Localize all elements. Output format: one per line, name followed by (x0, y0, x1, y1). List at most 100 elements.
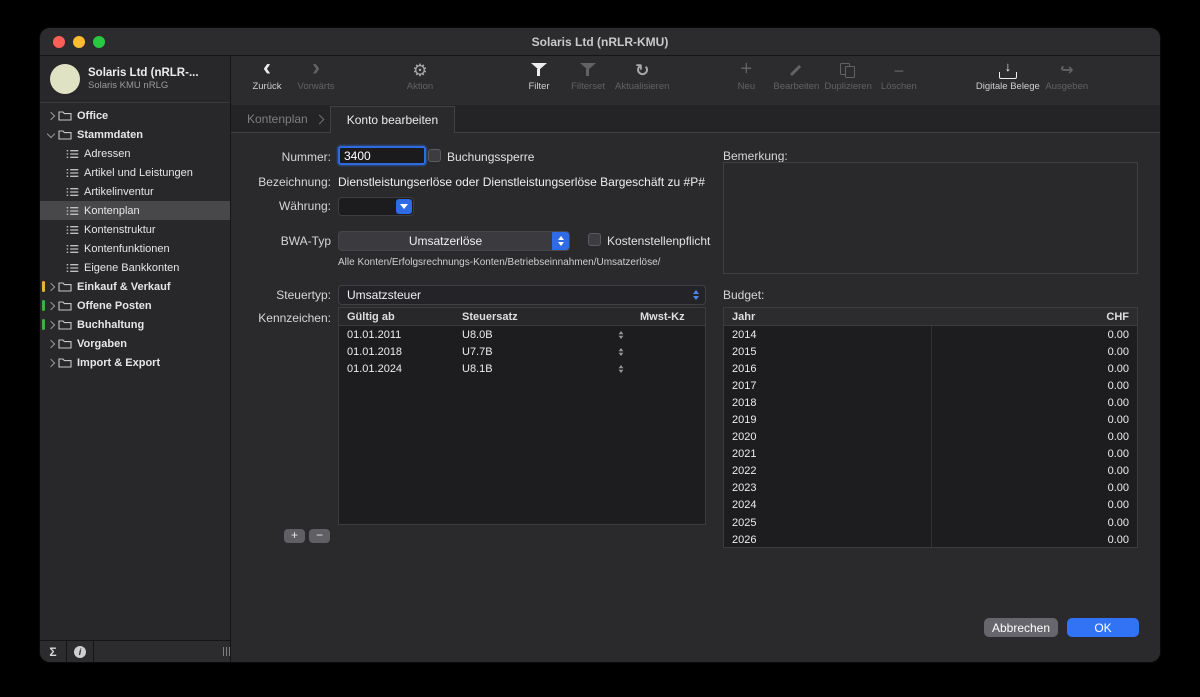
sidebar-item[interactable]: Offene Posten (40, 296, 230, 315)
sidebar-item[interactable]: Buchhaltung (40, 315, 230, 334)
sidebar-item[interactable]: Adressen (40, 144, 230, 163)
nummer-input[interactable] (338, 146, 426, 165)
stepper-icon[interactable] (619, 331, 624, 339)
toolbar-button[interactable]: Vorwärts (294, 61, 338, 92)
desktop-background: Solaris Ltd (nRLR-KMU) Solaris Ltd (nRLR… (0, 0, 1200, 697)
add-row-button[interactable]: + (284, 529, 305, 543)
steuersatz-value: U7.7B (462, 346, 493, 358)
sidebar-item[interactable]: Kontenstruktur (40, 220, 230, 239)
tab-konto-bearbeiten[interactable]: Konto bearbeiten (330, 106, 455, 133)
sidebar-item[interactable]: Artikel und Leistungen (40, 163, 230, 182)
budget-cell-chf: 0.00 (931, 329, 1137, 341)
budget-cell-chf: 0.00 (931, 482, 1137, 494)
list-icon (66, 244, 79, 254)
toolbar-button-label: Vorwärts (298, 81, 335, 92)
kennzeichen-header-gueltig[interactable]: Gültig ab (339, 311, 454, 323)
bezeichnung-value[interactable]: Dienstleistungserlöse oder Dienstleistun… (338, 175, 705, 189)
sidebar-item[interactable]: Vorgaben (40, 334, 230, 353)
kennzeichen-cell-gueltig: 01.01.2018 (339, 346, 454, 358)
filterset-funnel-icon (576, 61, 600, 80)
disclosure-chevron-icon[interactable] (46, 357, 56, 369)
kennzeichen-row[interactable]: 01.01.2011 U8.0B (339, 326, 705, 343)
bwa-typ-popup[interactable]: Umsatzerlöse (338, 231, 570, 251)
toolbar-button[interactable]: Filter (517, 61, 561, 92)
sidebar-item[interactable]: Import & Export (40, 353, 230, 372)
form-content: Nummer: Buchungssperre Bezeichnung: Dien… (231, 133, 1160, 662)
toolbar-button-label: Ausgeben (1045, 81, 1088, 92)
disclosure-chevron-icon[interactable] (46, 110, 56, 122)
list-icon (66, 168, 79, 178)
toolbar-button[interactable]: Duplizieren (824, 61, 872, 92)
sidebar-item[interactable]: Stammdaten (40, 125, 230, 144)
sidebar-item[interactable]: Kontenfunktionen (40, 239, 230, 258)
folder-icon (58, 129, 72, 140)
kennzeichen-row[interactable]: 01.01.2024 U8.1B (339, 360, 705, 377)
info-button[interactable] (67, 641, 94, 662)
cancel-button[interactable]: Abbrechen (984, 618, 1058, 637)
sidebar-item[interactable]: Einkauf & Verkauf (40, 277, 230, 296)
budget-cell-chf: 0.00 (931, 448, 1137, 460)
sum-button[interactable]: Σ (40, 641, 67, 662)
toolbar-button[interactable]: Zurück (245, 61, 289, 92)
sidebar: Solaris Ltd (nRLR-... Solaris KMU nRLG (40, 56, 231, 662)
titlebar[interactable]: Solaris Ltd (nRLR-KMU) (40, 28, 1160, 56)
combo-dropdown-icon[interactable] (396, 199, 412, 214)
stepper-icon[interactable] (619, 365, 624, 373)
company-header[interactable]: Solaris Ltd (nRLR-... Solaris KMU nRLG (40, 56, 230, 103)
remove-row-button[interactable]: − (309, 529, 330, 543)
nummer-label: Nummer: (231, 150, 331, 164)
sidebar-item-label: Kontenplan (84, 205, 140, 217)
list-icon (66, 263, 79, 273)
gear-icon (408, 61, 432, 80)
resize-grip[interactable] (223, 647, 224, 656)
budget-cell-chf: 0.00 (931, 414, 1137, 426)
disclosure-chevron-icon[interactable] (46, 300, 56, 312)
sidebar-item[interactable]: Kontenplan (40, 201, 230, 220)
kennzeichen-header-steuersatz[interactable]: Steuersatz (454, 311, 632, 323)
company-name: Solaris Ltd (nRLR-... (88, 67, 199, 79)
sidebar-item-label: Adressen (84, 148, 130, 160)
toolbar-button[interactable]: Aktion (398, 61, 442, 92)
window-body: Solaris Ltd (nRLR-... Solaris KMU nRLG (40, 56, 1160, 662)
refresh-icon (630, 61, 654, 80)
close-button[interactable] (53, 36, 65, 48)
sidebar-item[interactable]: Office (40, 106, 230, 125)
toolbar-button[interactable]: Neu (724, 61, 768, 92)
kostenstellenpflicht-checkbox[interactable] (588, 233, 601, 246)
toolbar-button[interactable]: Ausgeben (1045, 61, 1089, 92)
toolbar-button[interactable]: Aktualisieren (615, 61, 669, 92)
minimize-button[interactable] (73, 36, 85, 48)
sidebar-item[interactable]: Eigene Bankkonten (40, 258, 230, 277)
zoom-button[interactable] (93, 36, 105, 48)
bemerkung-textarea[interactable] (723, 162, 1138, 274)
toolbar-button[interactable]: Bearbeiten (773, 61, 819, 92)
kennzeichen-row[interactable]: 01.01.2018 U7.7B (339, 343, 705, 360)
bwa-typ-value: Umsatzerlöse (339, 234, 552, 248)
waehrung-combobox[interactable] (338, 197, 414, 216)
buchungssperre-checkbox[interactable] (428, 149, 441, 162)
disclosure-chevron-icon[interactable] (46, 281, 56, 293)
download-tray-icon (996, 61, 1020, 80)
tab-bar: Kontenplan Konto bearbeiten (231, 105, 1160, 133)
sidebar-item[interactable]: Artikelinventur (40, 182, 230, 201)
budget-header-row: Jahr CHF (724, 308, 1137, 326)
toolbar-button[interactable]: Filterset (566, 61, 610, 92)
stepper-icon[interactable] (619, 348, 624, 356)
disclosure-chevron-icon[interactable] (46, 338, 56, 350)
disclosure-chevron-icon[interactable] (46, 129, 56, 141)
breadcrumb-kontenplan[interactable]: Kontenplan (247, 112, 308, 126)
budget-header-chf[interactable]: CHF (931, 311, 1137, 323)
budget-header-jahr[interactable]: Jahr (724, 311, 931, 323)
sidebar-item-label: Einkauf & Verkauf (77, 281, 171, 293)
steuertyp-popup[interactable]: Umsatzsteuer (338, 285, 706, 305)
ok-button[interactable]: OK (1067, 618, 1139, 637)
steuersatz-value: U8.1B (462, 363, 493, 375)
toolbar-button[interactable]: Digitale Belege (976, 61, 1040, 92)
app-window: Solaris Ltd (nRLR-KMU) Solaris Ltd (nRLR… (40, 28, 1160, 662)
company-avatar (50, 64, 80, 94)
toolbar-button-label: Aktualisieren (615, 81, 669, 92)
toolbar-button[interactable]: Löschen (877, 61, 921, 92)
disclosure-chevron-icon[interactable] (46, 319, 56, 331)
budget-cell-jahr: 2015 (724, 346, 931, 358)
kennzeichen-header-mwst[interactable]: Mwst-Kz (632, 311, 705, 323)
